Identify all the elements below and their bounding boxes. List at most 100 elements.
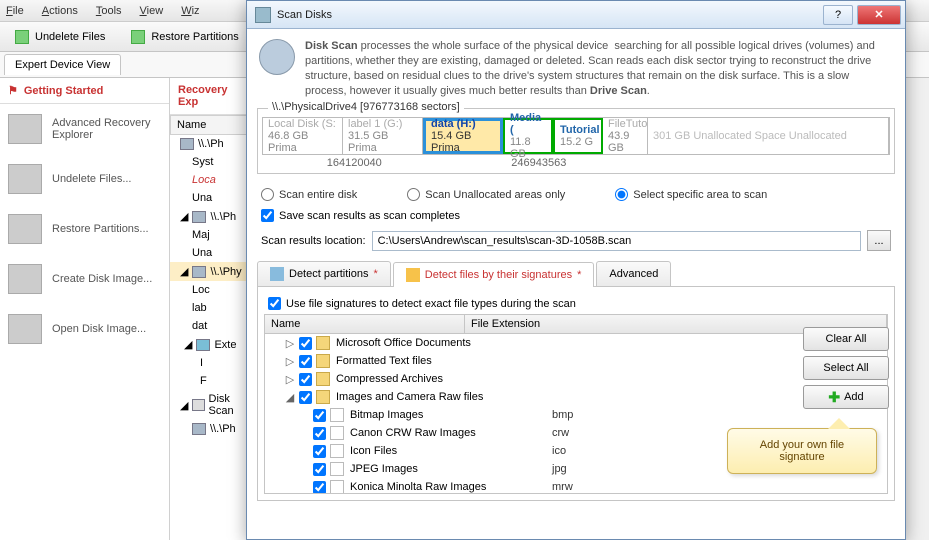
file-icon	[330, 480, 344, 494]
file-type-checkbox[interactable]	[313, 445, 326, 458]
file-type-group[interactable]: ▷Compressed Archives	[265, 370, 887, 388]
expand-icon[interactable]: ▷	[285, 373, 295, 386]
restore-partitions-button[interactable]: Restore Partitions	[122, 26, 247, 48]
tree-item[interactable]: Loca	[170, 171, 250, 189]
physical-drive-group: \\.\PhysicalDrive4 [976773168 sectors] L…	[257, 108, 895, 174]
add-button[interactable]: ✚Add	[803, 385, 889, 409]
folder-icon	[316, 336, 330, 350]
plus-icon: ✚	[828, 389, 840, 406]
tree-item[interactable]: I	[170, 354, 250, 372]
partition-media[interactable]: Media (11.8 GB	[503, 118, 553, 154]
tree-item[interactable]: dat	[170, 317, 250, 335]
tree-item[interactable]: Loc	[170, 281, 250, 299]
partition-data-h[interactable]: data (H:)15.4 GB Prima	[423, 118, 503, 154]
tree-item[interactable]: ◢Exte	[170, 335, 250, 354]
partition-strip[interactable]: Local Disk (S:46.8 GB Prima label 1 (G:)…	[262, 117, 890, 155]
partition-label1-g[interactable]: label 1 (G:)31.5 GB Prima	[343, 118, 423, 154]
file-type-name: Bitmap Images	[348, 409, 548, 421]
file-type-name: Formatted Text files	[334, 355, 534, 367]
undelete-files-item[interactable]: Undelete Files...	[0, 154, 169, 204]
file-type-ext: bmp	[552, 409, 573, 421]
select-all-button[interactable]: Select All	[803, 356, 889, 380]
list-header: Name File Extension	[264, 314, 888, 334]
file-type-checkbox[interactable]	[313, 427, 326, 440]
expand-icon[interactable]: ◢	[285, 391, 295, 404]
tab-detect-partitions[interactable]: Detect partitions *	[257, 261, 391, 286]
tree-item[interactable]: \\.\Ph	[170, 135, 250, 153]
tree-item[interactable]: Una	[170, 244, 250, 262]
file-type-checkbox[interactable]	[313, 481, 326, 494]
tab-advanced[interactable]: Advanced	[596, 261, 671, 286]
monitor-icon	[8, 114, 42, 144]
dialog-titlebar[interactable]: Scan Disks ? ✕	[247, 1, 905, 29]
folder-icon	[316, 354, 330, 368]
file-type-ext: ico	[552, 445, 566, 457]
tree-item[interactable]: Maj	[170, 226, 250, 244]
partition-filetuto[interactable]: FileTuto43.9 GB	[603, 118, 648, 154]
scan-scope-radios: Scan entire disk Scan Unallocated areas …	[257, 180, 895, 205]
file-type-checkbox[interactable]	[299, 373, 312, 386]
expand-icon[interactable]: ▷	[285, 355, 295, 368]
file-type-checkbox[interactable]	[313, 409, 326, 422]
file-type-name: Microsoft Office Documents	[334, 337, 534, 349]
save-results-checkbox[interactable]	[261, 209, 274, 222]
file-type-group[interactable]: ▷ Microsoft Office Documents	[265, 334, 887, 352]
undelete-files-button[interactable]: Undelete Files	[6, 26, 114, 48]
tree-item[interactable]: \\.\Ph	[170, 420, 250, 438]
create-disk-image-item[interactable]: Create Disk Image...	[0, 254, 169, 304]
file-type-checkbox[interactable]	[299, 337, 312, 350]
tree-item[interactable]: ◢\\.\Phy	[170, 262, 250, 281]
drive-icon	[15, 30, 29, 44]
clear-all-button[interactable]: Clear All	[803, 327, 889, 351]
file-type-name: Konica Minolta Raw Images	[348, 481, 548, 493]
tree-name-header[interactable]: Name	[170, 115, 250, 135]
flag-icon: ⚑	[8, 84, 18, 97]
tree-item[interactable]: lab	[170, 299, 250, 317]
file-type-group[interactable]: ◢ Images and Camera Raw files	[265, 388, 887, 406]
left-sidebar: ⚑Getting Started Advanced Recovery Explo…	[0, 78, 170, 540]
restore-partitions-item[interactable]: Restore Partitions...	[0, 204, 169, 254]
partition-tutorial[interactable]: Tutorial15.2 G	[553, 118, 603, 154]
file-type-checkbox[interactable]	[299, 355, 312, 368]
radio-entire-disk[interactable]: Scan entire disk	[261, 188, 357, 201]
save-results-label: Save scan results as scan completes	[279, 210, 460, 222]
open-disk-image-item[interactable]: Open Disk Image...	[0, 304, 169, 354]
tree-item[interactable]: Syst	[170, 153, 250, 171]
getting-started-tab[interactable]: ⚑Getting Started	[0, 78, 169, 104]
menu-file[interactable]: File	[6, 5, 24, 17]
menu-tools[interactable]: Tools	[96, 5, 122, 17]
folder-disk-icon	[8, 314, 42, 344]
use-signatures-checkbox[interactable]	[268, 297, 281, 310]
partition-local-disk-s[interactable]: Local Disk (S:46.8 GB Prima	[263, 118, 343, 154]
tree-item[interactable]: Una	[170, 189, 250, 207]
partition-unallocated[interactable]: 301 GB Unallocated Space Unallocated	[648, 118, 889, 154]
file-icon	[330, 426, 344, 440]
file-type-name: JPEG Images	[348, 463, 548, 475]
file-type-checkbox[interactable]	[299, 391, 312, 404]
tab-expert-device-view[interactable]: Expert Device View	[4, 54, 121, 75]
file-type-group[interactable]: ▷ Formatted Text files	[265, 352, 887, 370]
browse-button[interactable]: ...	[867, 230, 891, 251]
close-button[interactable]: ✕	[857, 5, 901, 25]
col-name[interactable]: Name	[265, 315, 465, 333]
scan-results-location-label: Scan results location:	[261, 235, 366, 247]
file-type-item[interactable]: Bitmap Images bmp	[265, 406, 887, 424]
tree-item[interactable]: ◢\\.\Ph	[170, 207, 250, 226]
menu-view[interactable]: View	[140, 5, 164, 17]
tree-item[interactable]: F	[170, 372, 250, 390]
file-type-item[interactable]: Konica Minolta Raw Imagesmrw	[265, 478, 887, 494]
file-type-name: Images and Camera Raw files	[334, 391, 534, 403]
advanced-recovery-item[interactable]: Advanced Recovery Explorer	[0, 104, 169, 154]
tree-item[interactable]: ◢Disk Scan	[170, 390, 250, 420]
expand-icon[interactable]: ▷	[285, 337, 295, 350]
menu-actions[interactable]: Actions	[42, 5, 78, 17]
radio-unallocated[interactable]: Scan Unallocated areas only	[407, 188, 565, 201]
radio-specific-area[interactable]: Select specific area to scan	[615, 188, 767, 201]
menu-wiz[interactable]: Wiz	[181, 5, 199, 17]
tab-detect-signatures[interactable]: Detect files by their signatures *	[393, 262, 595, 287]
help-button[interactable]: ?	[823, 5, 853, 25]
recovery-explorer-tab[interactable]: Recovery Exp	[170, 78, 250, 115]
file-type-checkbox[interactable]	[313, 463, 326, 476]
scan-results-path-input[interactable]	[372, 231, 861, 251]
tree-panel: Recovery Exp Name \\.\Ph Syst Loca Una ◢…	[170, 78, 250, 540]
